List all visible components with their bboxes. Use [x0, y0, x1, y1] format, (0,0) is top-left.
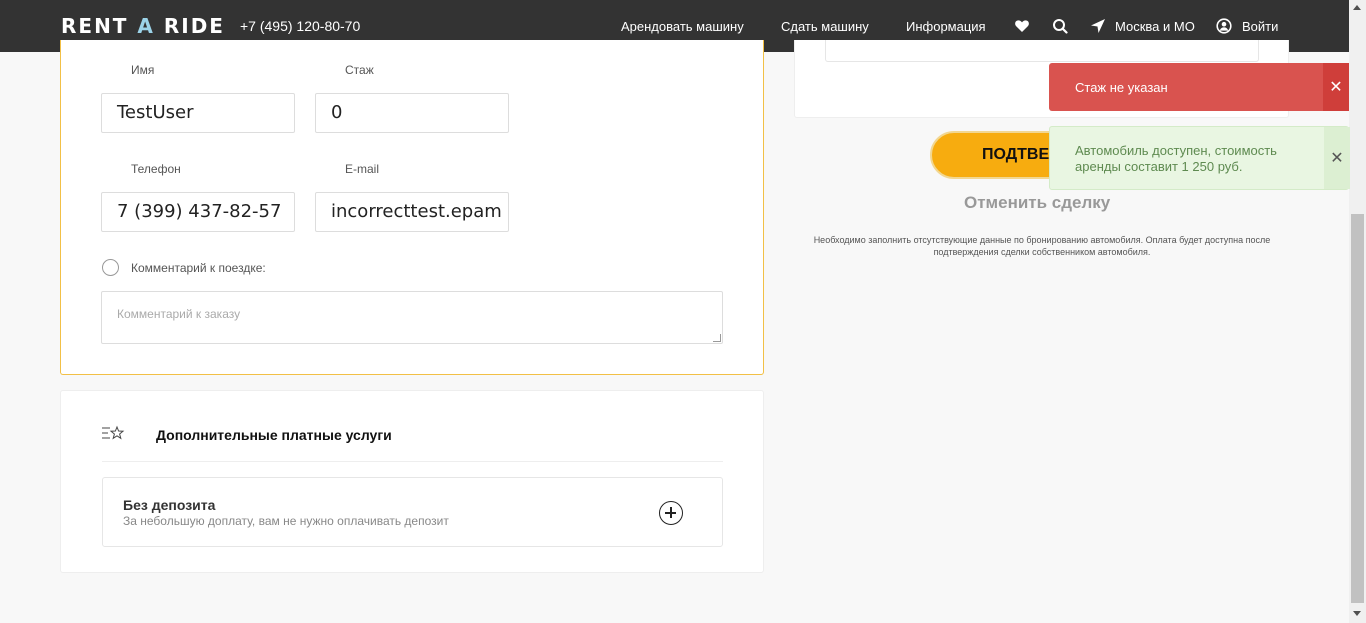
add-service-plus-icon[interactable] [659, 501, 683, 525]
location-selector[interactable]: Москва и МО [1115, 19, 1195, 34]
login-link[interactable]: Войти [1242, 19, 1278, 34]
service-name: Без депозита [123, 497, 216, 513]
success-toast: Автомобиль доступен, стоимость аренды со… [1049, 126, 1350, 190]
name-input[interactable]: TestUser [101, 93, 295, 133]
cancel-deal-link[interactable]: Отменить сделку [964, 193, 1110, 213]
success-toast-close-icon[interactable]: ✕ [1324, 127, 1350, 189]
comment-textarea[interactable]: Комментарий к заказу [101, 291, 723, 344]
services-divider [102, 461, 723, 462]
user-account-icon[interactable] [1216, 18, 1232, 34]
experience-label: Стаж [345, 63, 374, 77]
phone-input[interactable]: 7 (399) 437-82-57 [101, 192, 295, 232]
comment-toggle-label: Комментарий к поездке: [131, 261, 266, 275]
favorites-heart-icon[interactable] [1014, 18, 1030, 34]
services-star-list-icon [102, 425, 125, 440]
summary-inner-field [825, 40, 1259, 62]
booking-notice-text: Необходимо заполнить отсутствующие данны… [813, 235, 1271, 257]
service-description: За небольшую доплату, вам не нужно оплач… [123, 514, 449, 528]
page-scrollbar-thumb[interactable] [1351, 214, 1364, 603]
name-label: Имя [131, 63, 155, 77]
nav-information[interactable]: Информация [906, 19, 986, 34]
search-icon[interactable] [1052, 18, 1068, 34]
error-toast-message: Стаж не указан [1075, 80, 1168, 95]
experience-input[interactable]: 0 [315, 93, 509, 133]
success-toast-message: Автомобиль доступен, стоимость аренды со… [1075, 143, 1277, 174]
comment-toggle-radio[interactable] [102, 259, 119, 276]
email-label: E-mail [345, 162, 380, 176]
service-item-no-deposit: Без депозита За небольшую доплату, вам н… [102, 477, 723, 547]
brand-logo[interactable]: RENT A RIDE [61, 14, 225, 38]
nav-list-car[interactable]: Сдать машину [781, 19, 869, 34]
textarea-resize-grip-icon[interactable] [713, 334, 721, 342]
nav-rent-car[interactable]: Арендовать машину [621, 19, 744, 34]
header-phone[interactable]: +7 (495) 120-80-70 [240, 18, 360, 34]
email-input[interactable]: incorrecttest.epam [315, 192, 509, 232]
location-arrow-icon[interactable] [1090, 18, 1106, 34]
logo-text-right: RIDE [154, 14, 225, 38]
error-toast: Стаж не указан ✕ [1049, 63, 1349, 111]
scroll-up-arrow-icon[interactable] [1353, 5, 1361, 10]
logo-text-left: RENT [61, 14, 138, 38]
scroll-down-arrow-icon[interactable] [1353, 611, 1361, 616]
services-title: Дополнительные платные услуги [156, 427, 392, 443]
error-toast-close-icon[interactable]: ✕ [1323, 63, 1349, 111]
extra-services-card: Дополнительные платные услуги Без депози… [60, 390, 764, 573]
logo-text-accent: A [137, 14, 155, 38]
phone-label: Телефон [131, 162, 181, 176]
